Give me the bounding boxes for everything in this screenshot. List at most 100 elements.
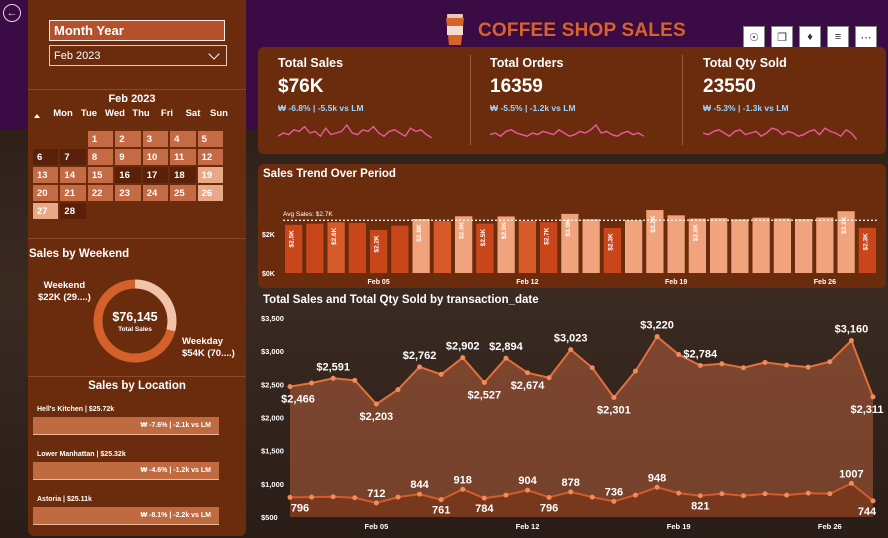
calendar-day[interactable]: 4: [169, 130, 197, 148]
calendar-day[interactable]: 6: [32, 148, 60, 166]
calendar-day[interactable]: 2: [114, 130, 142, 148]
calendar-day[interactable]: 1: [86, 130, 115, 148]
qty-point[interactable]: [740, 493, 746, 499]
qty-point[interactable]: [632, 492, 638, 498]
sales-point[interactable]: [395, 387, 401, 393]
qty-point[interactable]: [827, 491, 833, 497]
calendar-day[interactable]: 7: [59, 148, 87, 166]
sales-point[interactable]: [438, 371, 444, 377]
sales-point[interactable]: [805, 364, 811, 370]
sales-point[interactable]: [417, 364, 423, 370]
sales-point[interactable]: [546, 375, 552, 381]
calendar-day[interactable]: 21: [59, 184, 87, 202]
sales-point[interactable]: [460, 355, 466, 361]
qty-point[interactable]: [395, 494, 401, 500]
filter-icon[interactable]: ≡: [827, 26, 849, 48]
sales-point[interactable]: [611, 395, 617, 401]
sales-point[interactable]: [503, 355, 509, 361]
qty-point[interactable]: [676, 490, 682, 496]
sales-point[interactable]: [848, 338, 854, 344]
trend-bar[interactable]: [667, 215, 685, 273]
qty-point[interactable]: [870, 498, 876, 504]
qty-point[interactable]: [719, 491, 725, 497]
calendar-day[interactable]: 16: [114, 166, 142, 184]
calendar-day[interactable]: 18: [169, 166, 197, 184]
trend-bar[interactable]: [582, 219, 600, 273]
qty-point[interactable]: [697, 493, 703, 499]
location-bar[interactable]: ₩ -7.6% | -2.1k vs LM: [33, 417, 219, 435]
sales-point[interactable]: [568, 347, 574, 353]
kpi-card[interactable]: Total Orders 16359 ₩ -5.5% | -1.2k vs LM: [490, 47, 660, 154]
trend-bar[interactable]: [433, 221, 451, 273]
sales-point[interactable]: [719, 361, 725, 367]
sales-point[interactable]: [762, 359, 768, 365]
sales-point[interactable]: [309, 380, 315, 386]
qty-point[interactable]: [330, 494, 336, 500]
qty-point[interactable]: [589, 494, 595, 500]
kpi-card[interactable]: Total Qty Sold 23550 ₩ -5.3% | -1.3k vs LM: [703, 47, 873, 154]
calendar-day[interactable]: 17: [141, 166, 170, 184]
qty-point[interactable]: [805, 490, 811, 496]
back-arrow-icon[interactable]: ←: [3, 4, 21, 22]
calendar-day[interactable]: 26: [196, 184, 224, 202]
trend-bar[interactable]: [816, 217, 834, 273]
trend-bar[interactable]: [625, 220, 643, 273]
sales-point[interactable]: [676, 351, 682, 357]
qty-point[interactable]: [611, 498, 617, 504]
sales-point[interactable]: [784, 362, 790, 368]
calendar-day[interactable]: 20: [32, 184, 60, 202]
calendar-day[interactable]: 22: [86, 184, 115, 202]
calendar-day[interactable]: 13: [32, 166, 60, 184]
trend-bar[interactable]: [731, 219, 749, 273]
calendar-day[interactable]: 14: [59, 166, 87, 184]
calendar-day[interactable]: 24: [141, 184, 170, 202]
qty-point[interactable]: [568, 489, 574, 495]
sales-point[interactable]: [373, 401, 379, 407]
qty-point[interactable]: [287, 494, 293, 500]
qty-point[interactable]: [417, 491, 423, 497]
qty-point[interactable]: [352, 495, 358, 501]
sales-point[interactable]: [740, 365, 746, 371]
qty-point[interactable]: [784, 492, 790, 498]
calendar-day[interactable]: 23: [114, 184, 142, 202]
qty-point[interactable]: [654, 484, 660, 490]
trend-bar[interactable]: [773, 218, 791, 273]
calendar-day[interactable]: 5: [196, 130, 224, 148]
sales-point[interactable]: [589, 365, 595, 371]
calendar-day[interactable]: 12: [196, 148, 224, 166]
sales-point[interactable]: [697, 362, 703, 368]
qty-point[interactable]: [848, 480, 854, 486]
qty-point[interactable]: [460, 486, 466, 492]
calendar-day[interactable]: 10: [141, 148, 170, 166]
sales-point[interactable]: [525, 370, 531, 376]
qty-point[interactable]: [762, 491, 768, 497]
qty-point[interactable]: [503, 492, 509, 498]
caret-up-icon[interactable]: [34, 114, 40, 118]
trend-bar[interactable]: [518, 220, 536, 273]
trend-bar[interactable]: [348, 222, 366, 273]
month-dropdown[interactable]: Feb 2023: [49, 45, 227, 66]
trend-bar[interactable]: [391, 225, 409, 273]
sales-point[interactable]: [481, 380, 487, 386]
calendar-day[interactable]: 19: [196, 166, 224, 184]
qty-point[interactable]: [438, 497, 444, 503]
qty-point[interactable]: [309, 494, 315, 500]
sales-point[interactable]: [287, 384, 293, 390]
location-bar[interactable]: ₩ -4.6% | -1.2k vs LM: [33, 462, 219, 480]
qty-point[interactable]: [546, 494, 552, 500]
trend-bar[interactable]: [306, 223, 324, 273]
sales-point[interactable]: [330, 375, 336, 381]
sales-point[interactable]: [352, 377, 358, 383]
trend-bar[interactable]: [752, 217, 770, 273]
calendar-day[interactable]: 15: [86, 166, 115, 184]
qty-point[interactable]: [525, 487, 531, 493]
sales-point[interactable]: [632, 368, 638, 374]
calendar-day[interactable]: 9: [114, 148, 142, 166]
trend-bar[interactable]: [795, 219, 813, 273]
copy-icon[interactable]: ❐: [771, 26, 793, 48]
qty-point[interactable]: [481, 495, 487, 501]
sales-point[interactable]: [654, 334, 660, 340]
sales-point[interactable]: [870, 394, 876, 400]
calendar-day[interactable]: 27: [32, 202, 60, 220]
kpi-card[interactable]: Total Sales $76K ₩ -6.8% | -5.5k vs LM: [278, 47, 448, 154]
